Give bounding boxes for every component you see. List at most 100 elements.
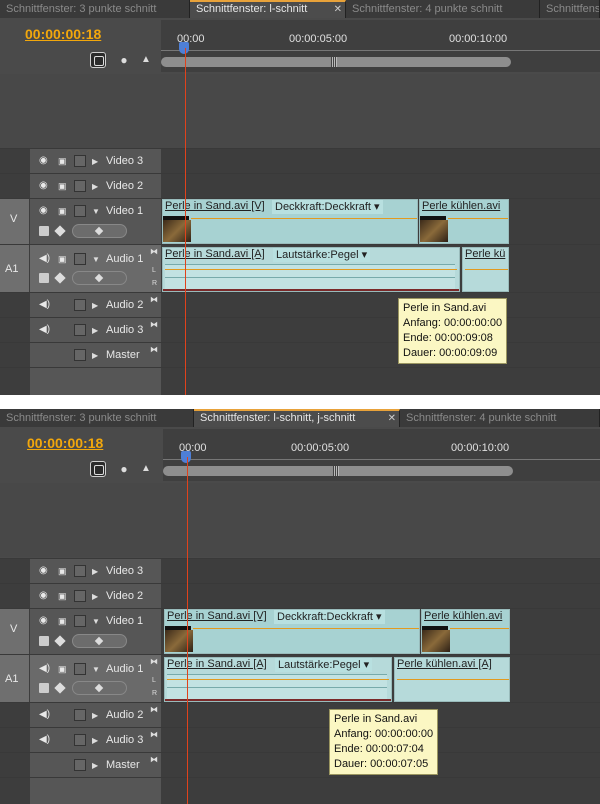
clip-perle-in-sand-video[interactable]: Perle in Sand.avi [V] Deckkraft:Deckkraf…	[164, 609, 420, 654]
expand-icon[interactable]: ▶	[92, 761, 98, 770]
expand-icon[interactable]: ▶	[92, 592, 98, 601]
keyframe-navigator[interactable]	[72, 681, 127, 695]
volume-line[interactable]	[465, 269, 508, 270]
effect-dropdown[interactable]: Lautstärke:Pegel ▾	[275, 658, 373, 672]
keyframe-icon[interactable]	[54, 225, 66, 237]
playhead-icon[interactable]	[179, 42, 189, 54]
clip-perle-in-sand-audio[interactable]: Perle in Sand.avi [A] Lautstärke:Pegel ▾	[162, 247, 460, 292]
eye-icon[interactable]: ◉	[39, 181, 53, 191]
audio-target[interactable]: A1	[0, 655, 29, 702]
close-icon[interactable]: ✕	[388, 411, 396, 426]
speaker-icon[interactable]: ◀)	[39, 664, 53, 674]
snap-icon[interactable]	[90, 461, 106, 477]
lock-toggle[interactable]	[74, 205, 86, 217]
keyframe-navigator[interactable]	[72, 271, 127, 285]
eye-icon[interactable]: ◉	[39, 566, 53, 576]
expand-icon[interactable]: ▶	[92, 567, 98, 576]
close-icon[interactable]: ✕	[334, 2, 342, 17]
collapse-icon[interactable]: ▼	[92, 255, 100, 264]
lock-toggle[interactable]	[74, 759, 86, 771]
lock-toggle[interactable]	[74, 180, 86, 192]
film-icon[interactable]: ▣	[58, 616, 68, 626]
clip-perle-in-sand-audio[interactable]: Perle in Sand.avi [A] Lautstärke:Pegel ▾	[164, 657, 392, 702]
marker-icon[interactable]: ●	[116, 461, 132, 477]
lock-toggle[interactable]	[74, 615, 86, 627]
lock-toggle[interactable]	[74, 324, 86, 336]
speaker-icon[interactable]: ◀)	[39, 300, 53, 310]
volume-line[interactable]	[165, 269, 457, 270]
expand-icon[interactable]: ▶	[92, 157, 98, 166]
film-icon[interactable]: ▣	[58, 206, 68, 216]
effect-dropdown[interactable]: Deckkraft:Deckkraft ▾	[274, 610, 385, 624]
lock-toggle[interactable]	[74, 253, 86, 265]
speaker-icon[interactable]: ◀)	[39, 735, 53, 745]
waveform-icon[interactable]	[39, 683, 49, 693]
opacity-line[interactable]	[191, 218, 417, 219]
lock-toggle[interactable]	[74, 709, 86, 721]
home-icon[interactable]: ▲	[138, 52, 154, 68]
expand-icon[interactable]: ▶	[92, 351, 98, 360]
speaker-icon[interactable]: ◀)	[39, 710, 53, 720]
expand-icon[interactable]: ▶	[92, 182, 98, 191]
keyframe-icon[interactable]	[54, 272, 66, 284]
clip-perle-kuehlen-audio[interactable]: Perle kühlen.avi [A]	[394, 657, 510, 702]
opacity-line[interactable]	[193, 628, 419, 629]
clip-perle-kuehlen-audio[interactable]: Perle kü	[462, 247, 509, 292]
tab-4-punkte-schnitt[interactable]: Schnittfenster: 4 punkte schnitt	[346, 0, 540, 18]
lock-toggle[interactable]	[74, 155, 86, 167]
tab-4-punkte-schnitt[interactable]: Schnittfenster: 4 punkte schnitt	[400, 409, 600, 427]
keyframe-icon[interactable]	[54, 635, 66, 647]
keyframe-navigator[interactable]	[72, 634, 127, 648]
expand-icon[interactable]: ▶	[92, 301, 98, 310]
keyframe-icon[interactable]	[54, 682, 66, 694]
collapse-icon[interactable]: ▼	[92, 665, 100, 674]
expand-icon[interactable]: ▶	[92, 326, 98, 335]
speaker-icon[interactable]: ◀)	[39, 254, 53, 264]
time-ruler[interactable]: 00:00 00:00:05:00 00:00:10:00	[163, 429, 600, 481]
tab-schnittfenster[interactable]: Schnittfenster	[540, 0, 600, 18]
film-icon[interactable]: ▣	[58, 591, 68, 601]
tab-l-schnitt[interactable]: Schnittfenster: l-schnitt ✕	[190, 0, 346, 18]
audio-target[interactable]: A1	[0, 245, 29, 292]
effect-dropdown[interactable]: Lautstärke:Pegel ▾	[273, 248, 371, 262]
clip-perle-in-sand-video[interactable]: Perle in Sand.avi [V] Deckkraft:Deckkraf…	[162, 199, 418, 244]
display-style-icon[interactable]	[39, 636, 49, 646]
current-timecode[interactable]: 00:00:00:18	[27, 435, 103, 451]
lock-toggle[interactable]	[74, 734, 86, 746]
video-target[interactable]: V	[0, 199, 29, 244]
tab-3-punkte-schnitt[interactable]: Schnittfenster: 3 punkte schnitt	[0, 409, 194, 427]
opacity-line[interactable]	[450, 628, 509, 629]
expand-icon[interactable]: ▶	[92, 711, 98, 720]
opacity-line[interactable]	[448, 218, 508, 219]
clip-perle-kuehlen-video[interactable]: Perle kühlen.avi	[421, 609, 510, 654]
playhead-icon[interactable]	[181, 451, 191, 463]
effect-dropdown[interactable]: Deckkraft:Deckkraft ▾	[272, 200, 383, 214]
current-timecode[interactable]: 00:00:00:18	[25, 26, 101, 42]
snap-icon[interactable]	[90, 52, 106, 68]
home-icon[interactable]: ▲	[138, 461, 154, 477]
film-icon[interactable]: ▣	[58, 156, 68, 166]
clip-perle-kuehlen-video[interactable]: Perle kühlen.avi	[419, 199, 509, 244]
expand-icon[interactable]: ▶	[92, 736, 98, 745]
volume-line[interactable]	[397, 679, 509, 680]
film-icon[interactable]: ▣	[58, 181, 68, 191]
eye-icon[interactable]: ◉	[39, 206, 53, 216]
lock-toggle[interactable]	[74, 349, 86, 361]
eye-icon[interactable]: ◉	[39, 591, 53, 601]
zoom-grip-icon[interactable]	[333, 466, 339, 476]
sync-lock-icon[interactable]: ▣	[58, 664, 68, 674]
sync-lock-icon[interactable]: ▣	[58, 254, 68, 264]
lock-toggle[interactable]	[74, 590, 86, 602]
collapse-icon[interactable]: ▼	[92, 207, 100, 216]
lock-toggle[interactable]	[74, 663, 86, 675]
display-style-icon[interactable]	[39, 226, 49, 236]
eye-icon[interactable]: ◉	[39, 156, 53, 166]
video-target[interactable]: V	[0, 609, 29, 654]
collapse-icon[interactable]: ▼	[92, 617, 100, 626]
eye-icon[interactable]: ◉	[39, 616, 53, 626]
time-ruler[interactable]: 00:00 00:00:05:00 00:00:10:00	[161, 20, 600, 72]
zoom-grip-icon[interactable]	[331, 57, 337, 67]
tab-l-schnitt-j-schnitt[interactable]: Schnittfenster: l-schnitt, j-schnitt ✕	[194, 409, 400, 427]
tab-3-punkte-schnitt[interactable]: Schnittfenster: 3 punkte schnitt	[0, 0, 190, 18]
marker-icon[interactable]: ●	[116, 52, 132, 68]
